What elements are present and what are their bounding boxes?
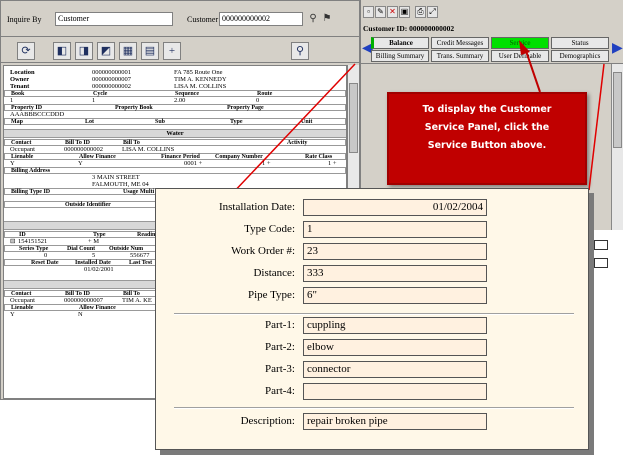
part-2-label: Part-2: <box>265 341 295 353</box>
distance-field[interactable]: 333 <box>303 265 487 282</box>
part-4-label: Part-4: <box>265 385 295 397</box>
tabs-prev-arrow-icon[interactable]: ◀ <box>362 38 373 60</box>
scroll-thumb[interactable] <box>349 83 358 153</box>
tab-service[interactable]: Service <box>491 37 549 49</box>
tab-balance[interactable]: Balance <box>371 37 429 49</box>
owner-row: Owner 000000000007 TIM A. KENNEDY <box>10 76 227 83</box>
distance-row: Distance: 333 <box>156 265 590 283</box>
tab-trans-summary[interactable]: Trans. Summary <box>431 50 489 62</box>
part-3-label: Part-3: <box>265 363 295 375</box>
address-line-2: FALMOUTH, ME 04 <box>92 181 149 188</box>
map-header: Map Lot Sub Type Unit <box>4 118 346 125</box>
installation-date-row: Installation Date: 01/02/2004 <box>156 199 590 217</box>
property-header: Property ID Property Book Property Page <box>4 104 346 111</box>
location-row: Location 000000000001 FA 785 Route One <box>10 69 223 76</box>
part-3-row: Part-3: connector <box>156 361 590 379</box>
pipe-type-label: Pipe Type: <box>248 289 295 301</box>
customer-service-panel: Installation Date: 01/02/2004 Type Code:… <box>155 188 589 450</box>
right-lower-area <box>588 232 623 282</box>
part-4-field[interactable] <box>303 383 487 400</box>
refresh-icon[interactable]: ⟳ <box>17 42 35 60</box>
tab-demographics[interactable]: Demographics <box>551 50 609 62</box>
expand-icon[interactable]: ⤢ <box>427 6 438 18</box>
type-code-label: Type Code: <box>244 223 295 235</box>
meter-icon[interactable]: ◨ <box>75 42 93 60</box>
separator-1 <box>174 313 574 315</box>
description-field[interactable]: repair broken pipe <box>303 413 487 430</box>
new-icon[interactable]: ▫ <box>363 6 374 18</box>
inquire-by-label: Inquire By <box>7 15 42 24</box>
distance-label: Distance: <box>253 267 295 279</box>
description-row: Description: repair broken pipe <box>156 413 590 431</box>
water-section-header: Water <box>4 129 346 138</box>
part-2-row: Part-2: elbow <box>156 339 590 357</box>
tab-billing-summary[interactable]: Billing Summary <box>371 50 429 62</box>
right-vertical-scrollbar[interactable] <box>611 64 623 230</box>
tab-status[interactable]: Status <box>551 37 609 49</box>
part-4-row: Part-4: <box>156 383 590 401</box>
book-header: Book Cycle Sequence Route <box>4 90 346 97</box>
edit-icon[interactable]: ✎ <box>375 6 386 18</box>
contact-header: Contact Bill To ID Bill To Activity <box>4 139 346 146</box>
part-2-field[interactable]: elbow <box>303 339 487 356</box>
document-icon[interactable]: ▤ <box>141 42 159 60</box>
address-line-1: 3 MAIN STREET <box>92 174 140 181</box>
customer-id-label: Customer ID: 000000000002 <box>363 24 455 33</box>
panel-tabs: ◀ Balance Credit Messages Service Status… <box>361 34 623 64</box>
callout-line-1: To display the Customer <box>422 104 552 115</box>
tabs-next-arrow-icon[interactable]: ▶ <box>612 38 623 60</box>
zoom-icon[interactable]: ⚲ <box>291 42 309 60</box>
callout-line-2: Service Panel, click the <box>424 122 550 133</box>
find-icon[interactable]: ⚑ <box>321 13 333 25</box>
occupant-row: Occupant 000000000002 LISA M. COLLINS <box>10 146 175 153</box>
save-icon[interactable]: ▣ <box>399 6 410 18</box>
search-icon[interactable]: ⚲ <box>307 13 319 25</box>
work-order-label: Work Order #: <box>231 245 295 257</box>
print-icon[interactable]: ⎙ <box>415 6 426 18</box>
installation-date-field[interactable]: 01/02/2004 <box>303 199 487 216</box>
tab-user-definable[interactable]: User Definable <box>491 50 549 62</box>
part-1-label: Part-1: <box>265 319 295 331</box>
inquiry-bar: Inquire By Customer Customer 00000000000… <box>1 1 359 37</box>
pipe-type-row: Pipe Type: 6" <box>156 287 590 305</box>
callout-line-3: Service Button above. <box>427 140 547 151</box>
tenant-row: Tenant 000000000002 LISA M. COLLINS <box>10 83 227 90</box>
instruction-callout: To display the Customer Service Panel, c… <box>387 92 587 185</box>
billing-address-header: Billing Address <box>4 167 346 174</box>
installation-date-label: Installation Date: <box>218 201 295 213</box>
right-scroll-thumb[interactable] <box>613 72 622 148</box>
type-code-row: Type Code: 1 <box>156 221 590 239</box>
lienable-header: Lienable Allow Finance Finance Period Co… <box>4 153 346 160</box>
lower-box-1 <box>594 240 608 250</box>
book-row: 1 1 2.00 0 <box>10 97 260 104</box>
part-1-field[interactable]: cuppling <box>303 317 487 334</box>
service-icon[interactable]: ◩ <box>97 42 115 60</box>
work-order-row: Work Order #: 23 <box>156 243 590 261</box>
lienable-row: Y Y 0001 + 1 + 1 + <box>10 160 337 167</box>
tab-credit-messages[interactable]: Credit Messages <box>431 37 489 49</box>
property-row: AAABBBCCCDDD <box>10 111 65 118</box>
add-icon[interactable]: + <box>163 42 181 60</box>
account-icon[interactable]: ◧ <box>53 42 71 60</box>
customer-label: Customer <box>187 15 219 24</box>
type-code-field[interactable]: 1 <box>303 221 487 238</box>
work-order-field[interactable]: 23 <box>303 243 487 260</box>
inquire-by-select[interactable]: Customer <box>55 12 173 26</box>
part-1-row: Part-1: cuppling <box>156 317 590 335</box>
description-label: Description: <box>240 415 295 427</box>
lower-box-2 <box>594 258 608 268</box>
separator-2 <box>174 407 574 409</box>
part-3-field[interactable]: connector <box>303 361 487 378</box>
pipe-type-field[interactable]: 6" <box>303 287 487 304</box>
customer-number-input[interactable]: 000000000002 <box>219 12 303 26</box>
toolbar: ⟳ ◧ ◨ ◩ ▦ ▤ + ⚲ <box>1 39 359 63</box>
grid-icon[interactable]: ▦ <box>119 42 137 60</box>
delete-icon[interactable]: ✕ <box>387 6 398 18</box>
